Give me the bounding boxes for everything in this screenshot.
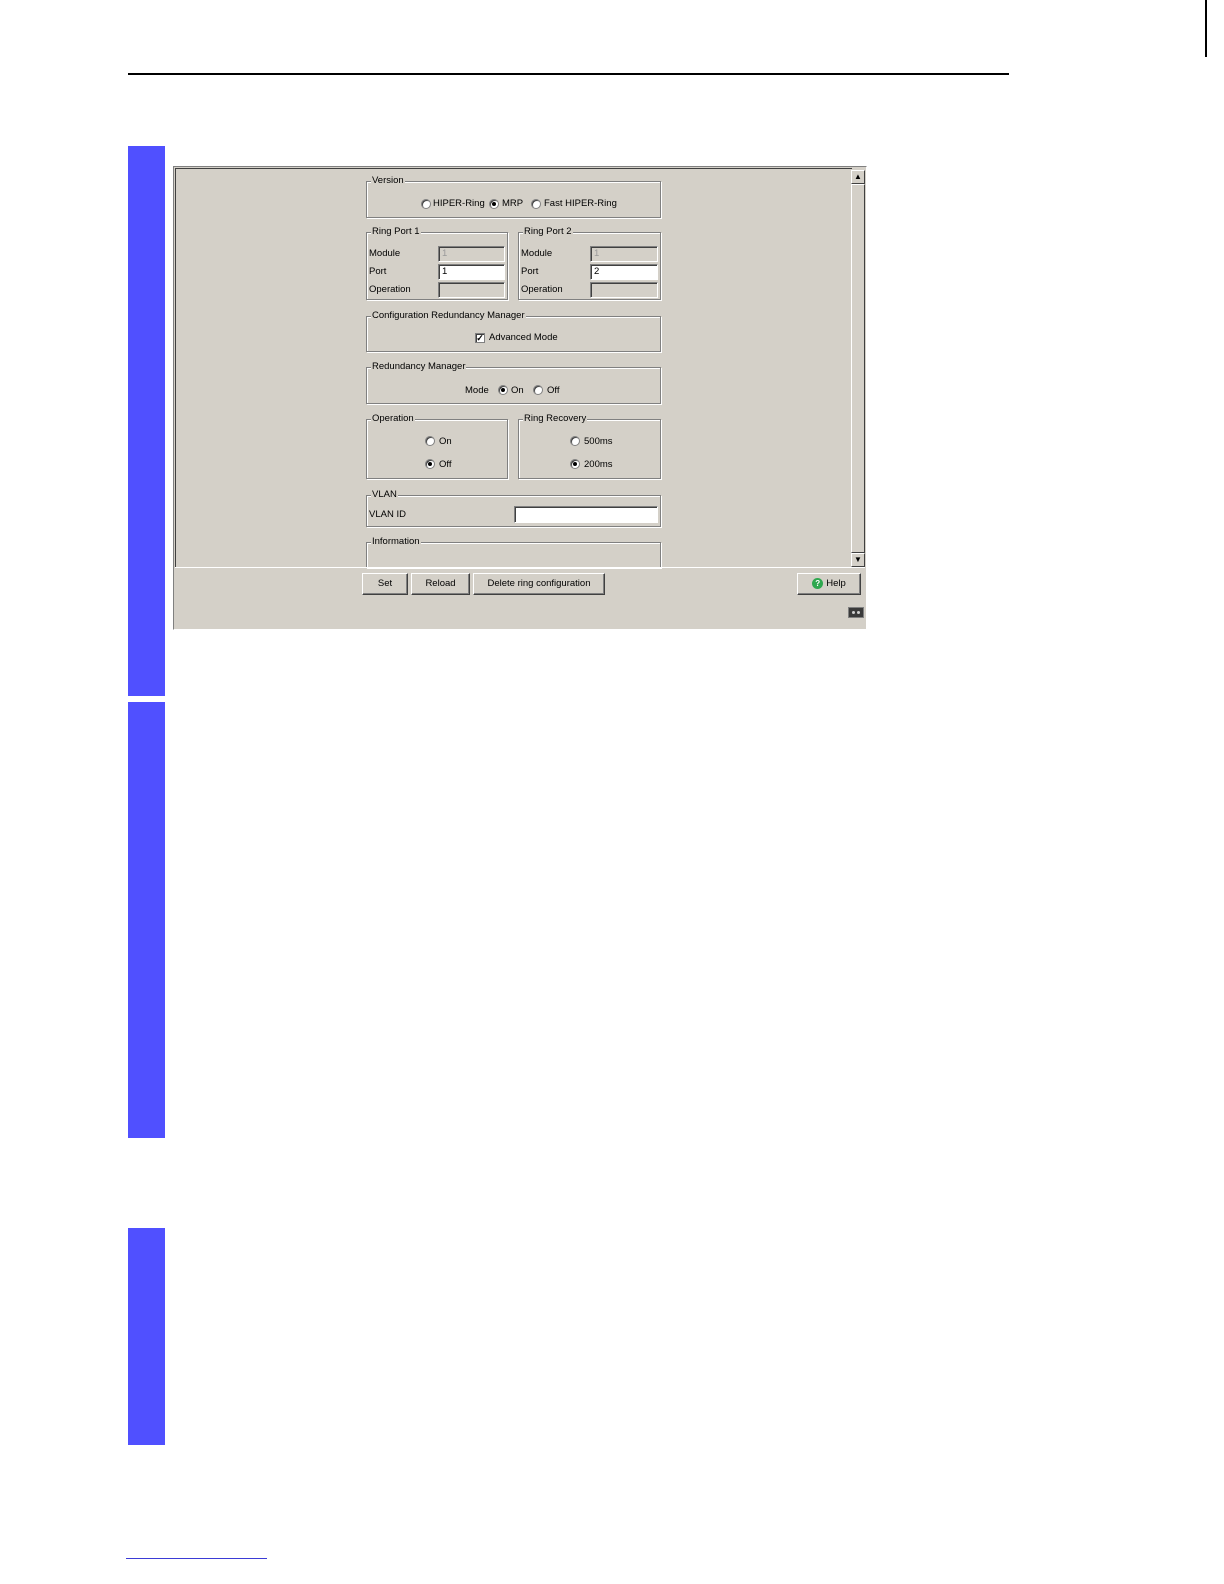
operation-legend: Operation [371, 412, 415, 426]
ring-redundancy-dialog: Version HIPER-Ring MRP Fast HIPER-Ring R… [173, 166, 867, 630]
sidebar-block-2 [128, 702, 165, 1138]
ring-port-2-port-input[interactable]: 2 [590, 264, 658, 280]
sidebar-block-1 [128, 146, 165, 696]
ring-port-1-operation-label: Operation [369, 284, 411, 295]
ring-port-1-port-input[interactable]: 1 [438, 264, 505, 280]
version-mrp-radio[interactable] [489, 199, 499, 209]
version-fast-hiper-ring-label: Fast HIPER-Ring [544, 198, 617, 209]
redundancy-manager-legend: Redundancy Manager [371, 360, 467, 374]
help-button-label: Help [826, 578, 846, 589]
operation-off-radio[interactable] [425, 459, 435, 469]
scroll-down-arrow-icon[interactable]: ▼ [851, 553, 865, 567]
bottom-rule [126, 1558, 267, 1559]
version-group: Version HIPER-Ring MRP Fast HIPER-Ring [366, 174, 661, 218]
version-legend: Version [371, 174, 405, 188]
button-bar-divider [175, 567, 865, 568]
operation-off-label: Off [439, 459, 452, 470]
scroll-up-arrow-icon[interactable]: ▲ [851, 170, 865, 184]
version-mrp-label: MRP [502, 198, 524, 209]
vertical-scrollbar[interactable]: ▲ ▼ [851, 170, 865, 567]
advanced-mode-checkbox[interactable]: ✓ [475, 333, 485, 343]
ring-recovery-legend: Ring Recovery [523, 412, 588, 426]
ring-port-2-module-field: 1 [590, 246, 658, 262]
config-redundancy-manager-group: Configuration Redundancy Manager ✓ Advan… [366, 309, 661, 352]
ring-port-2-operation-label: Operation [521, 284, 563, 295]
ring-port-2-module-label: Module [521, 248, 553, 259]
ring-port-1-legend: Ring Port 1 [371, 225, 421, 239]
advanced-mode-label: Advanced Mode [489, 332, 558, 343]
vlan-id-input[interactable] [514, 506, 658, 523]
help-button[interactable]: ? Help [797, 573, 861, 595]
scrollbar-thumb[interactable] [851, 184, 865, 553]
vlan-id-label: VLAN ID [369, 509, 406, 520]
vlan-legend: VLAN [371, 488, 398, 502]
redundancy-manager-group: Redundancy Manager Mode On Off [366, 360, 661, 404]
ring-recovery-200ms-label: 200ms [584, 459, 613, 470]
top-rule [128, 73, 1009, 75]
ring-port-2-group: Ring Port 2 Module 1 Port 2 Operation [518, 225, 661, 300]
version-fast-hiper-ring-radio[interactable] [531, 199, 541, 209]
set-button[interactable]: Set [362, 573, 408, 595]
ring-port-1-module-label: Module [369, 248, 401, 259]
delete-ring-configuration-button[interactable]: Delete ring configuration [473, 573, 605, 595]
information-legend: Information [371, 535, 421, 549]
redundancy-manager-on-radio[interactable] [498, 385, 508, 395]
help-icon: ? [812, 577, 824, 589]
sidebar-block-3 [128, 1228, 165, 1445]
version-hiper-ring-radio[interactable] [421, 199, 431, 209]
redundancy-manager-off-radio[interactable] [533, 385, 543, 395]
ring-recovery-group: Ring Recovery 500ms 200ms [518, 412, 661, 479]
ring-recovery-500ms-radio[interactable] [570, 436, 580, 446]
ring-port-2-legend: Ring Port 2 [523, 225, 573, 239]
operation-on-radio[interactable] [425, 436, 435, 446]
redundancy-manager-off-label: Off [547, 385, 560, 396]
vlan-group: VLAN VLAN ID [366, 488, 661, 527]
config-redundancy-manager-legend: Configuration Redundancy Manager [371, 309, 526, 323]
version-hiper-ring-label: HIPER-Ring [433, 198, 485, 209]
ring-port-2-port-label: Port [521, 266, 539, 277]
ring-port-1-group: Ring Port 1 Module 1 Port 1 Operation [366, 225, 508, 300]
right-edge-rule [1205, 0, 1207, 57]
ring-port-1-operation-field [438, 282, 505, 298]
operation-group: Operation On Off [366, 412, 508, 479]
redundancy-manager-mode-label: Mode [465, 385, 489, 396]
ring-recovery-200ms-radio[interactable] [570, 459, 580, 469]
ring-port-1-module-field: 1 [438, 246, 505, 262]
redundancy-manager-on-label: On [511, 385, 524, 396]
information-group: Information [366, 535, 661, 568]
ring-port-1-port-label: Port [369, 266, 387, 277]
connection-status-icon [848, 607, 864, 618]
ring-port-2-operation-field [590, 282, 658, 298]
reload-button[interactable]: Reload [411, 573, 470, 595]
operation-on-label: On [439, 436, 452, 447]
ring-recovery-500ms-label: 500ms [584, 436, 613, 447]
